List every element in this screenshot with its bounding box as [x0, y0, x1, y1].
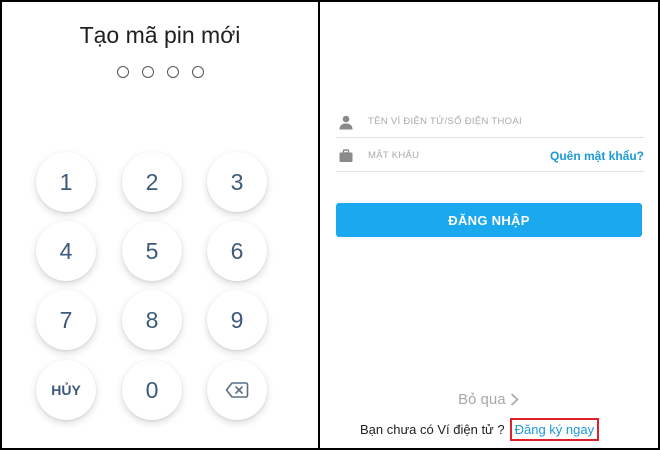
- key-8[interactable]: 8: [122, 290, 182, 350]
- username-placeholder: TÊN VÍ ĐIỆN TỬ/SỐ ĐIỆN THOẠI: [368, 116, 522, 127]
- pin-dot: [141, 66, 154, 78]
- signup-prompt: Bạn chưa có Ví điện tử ?: [360, 422, 505, 437]
- login-button[interactable]: ĐĂNG NHẬP: [336, 203, 642, 237]
- login-screen: TÊN VÍ ĐIỆN TỬ/SỐ ĐIỆN THOẠI MẬT KHẨU Qu…: [320, 2, 658, 448]
- skip-label: Bỏ qua: [458, 391, 506, 408]
- pin-dot: [191, 66, 204, 78]
- key-5[interactable]: 5: [122, 221, 182, 281]
- pin-screen: Tạo mã pin mới 1 2 3 4 5 6 7 8 9 HỦY 0: [2, 2, 318, 448]
- username-field[interactable]: TÊN VÍ ĐIỆN TỬ/SỐ ĐIỆN THOẠI: [336, 106, 644, 138]
- key-0[interactable]: 0: [122, 360, 182, 420]
- skip-link[interactable]: Bỏ qua: [458, 391, 519, 408]
- backspace-button[interactable]: [207, 360, 267, 420]
- backspace-icon: [225, 382, 249, 398]
- key-4[interactable]: 4: [36, 221, 96, 281]
- password-placeholder: MẬT KHẨU: [368, 150, 420, 161]
- chevron-right-icon: [510, 393, 519, 406]
- key-7[interactable]: 7: [36, 290, 96, 350]
- key-2[interactable]: 2: [122, 152, 182, 212]
- pin-dot: [166, 66, 179, 78]
- user-icon: [339, 115, 353, 129]
- signup-row: Bạn chưa có Ví điện tử ? Đăng ký ngay: [360, 418, 600, 441]
- signup-link[interactable]: Đăng ký ngay: [509, 418, 600, 441]
- forgot-password-link[interactable]: Quên mật khẩu?: [550, 149, 644, 163]
- key-3[interactable]: 3: [207, 152, 267, 212]
- pin-title: Tạo mã pin mới: [79, 22, 241, 48]
- key-1[interactable]: 1: [36, 152, 96, 212]
- password-field[interactable]: MẬT KHẨU Quên mật khẩu?: [336, 140, 644, 172]
- cancel-button[interactable]: HỦY: [36, 360, 96, 420]
- pin-dots: [2, 66, 318, 78]
- pin-dot: [116, 66, 129, 78]
- key-6[interactable]: 6: [207, 221, 267, 281]
- briefcase-icon: [339, 148, 353, 162]
- key-9[interactable]: 9: [207, 290, 267, 350]
